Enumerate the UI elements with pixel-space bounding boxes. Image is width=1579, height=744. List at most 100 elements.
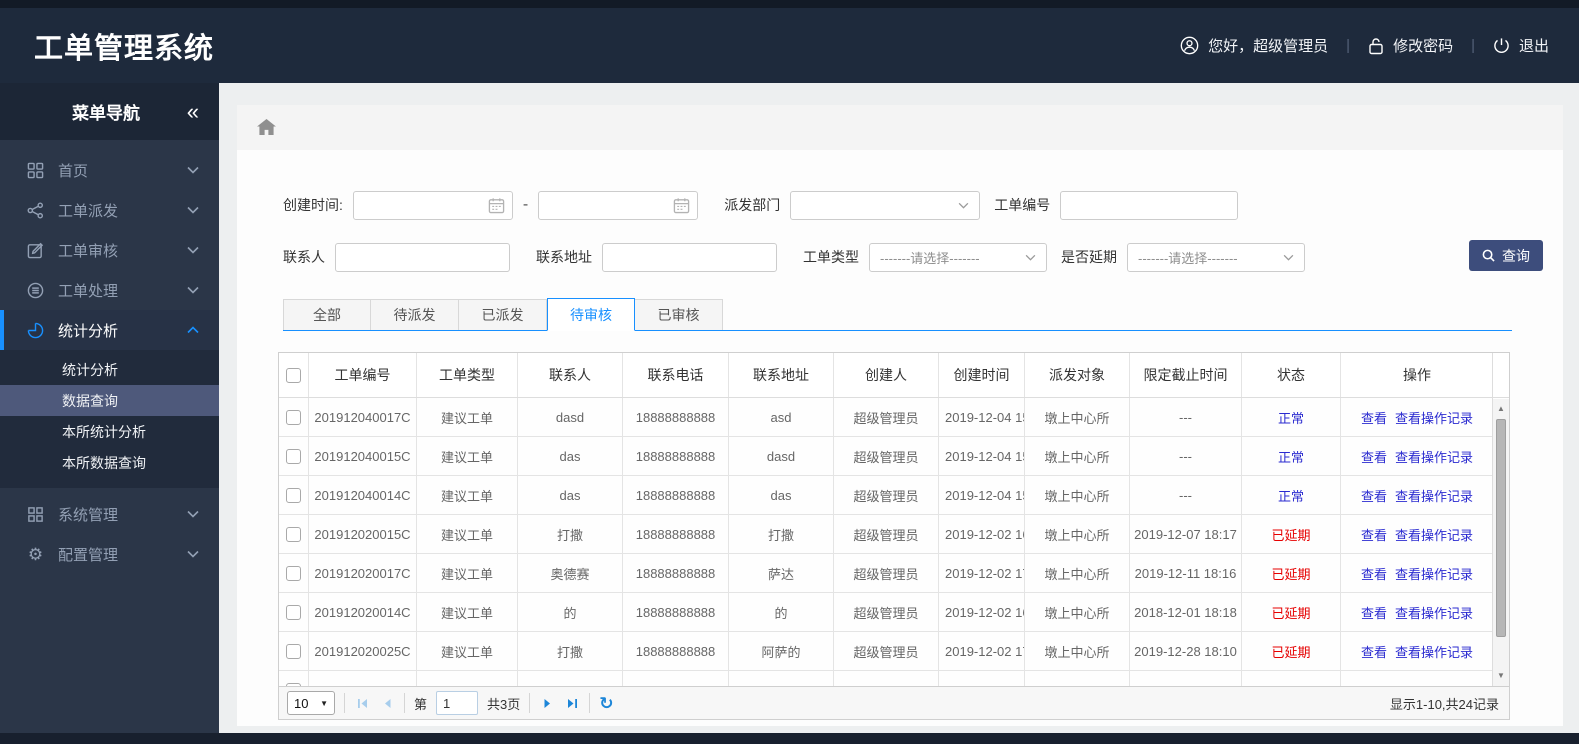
change-password-button[interactable]: 修改密码 <box>1368 35 1453 56</box>
sidebar-item-system[interactable]: 系统管理 <box>0 494 219 534</box>
chevron-down-icon <box>1025 254 1036 261</box>
row-checkbox[interactable] <box>286 526 301 542</box>
view-log-link[interactable]: 查看操作记录 <box>1395 447 1473 466</box>
calendar-icon[interactable] <box>673 197 690 214</box>
cell-address: dasd <box>729 437 834 475</box>
status-tab[interactable]: 已审核 <box>635 299 723 331</box>
view-log-link[interactable]: 查看操作记录 <box>1395 564 1473 583</box>
chevron-down-icon <box>187 510 199 518</box>
view-log-link[interactable]: 查看操作记录 <box>1395 603 1473 622</box>
view-log-link[interactable]: 查看操作记录 <box>1395 408 1473 427</box>
cell-status: 已延期 <box>1242 632 1341 670</box>
sidebar-item-review[interactable]: 工单审核 <box>0 230 219 270</box>
row-checkbox[interactable] <box>286 409 301 425</box>
page-size-select[interactable]: 10 ▼ <box>287 691 335 715</box>
submenu-item[interactable]: 数据查询 <box>0 385 219 416</box>
cell-deadline: 2018-12-01 18:18 <box>1130 593 1242 631</box>
sidebar-item-dispatch[interactable]: 工单派发 <box>0 190 219 230</box>
cell-deadline: --- <box>1130 398 1242 436</box>
delay-select[interactable]: -------请选择------- <box>1127 242 1305 272</box>
view-link[interactable]: 查看 <box>1361 447 1387 466</box>
sidebar-item-config[interactable]: ⚙ 配置管理 <box>0 534 219 574</box>
view-link[interactable]: 查看 <box>1361 564 1387 583</box>
row-checkbox[interactable] <box>286 487 301 503</box>
user-greeting[interactable]: 您好，超级管理员 <box>1180 35 1328 56</box>
status-tab[interactable]: 已派发 <box>459 299 547 331</box>
row-checkbox[interactable] <box>286 448 301 464</box>
row-checkbox[interactable] <box>286 565 301 581</box>
submenu-item-label: 本所数据查询 <box>62 454 146 471</box>
cell-created: 2019-12-04 15 <box>939 437 1025 475</box>
order-type-select[interactable]: -------请选择------- <box>869 242 1047 272</box>
refresh-icon[interactable]: ↻ <box>599 695 613 712</box>
view-link[interactable]: 查看 <box>1361 408 1387 427</box>
page-number-input[interactable] <box>436 691 479 715</box>
view-log-link[interactable]: 查看操作记录 <box>1395 525 1473 544</box>
submenu-item[interactable]: 统计分析 <box>0 354 219 385</box>
cell-creator: 超级管理员 <box>834 476 939 514</box>
scrollbar-thumb[interactable] <box>1496 419 1506 637</box>
cell-order-no: 201912020017C <box>309 554 417 592</box>
view-link[interactable]: 查看 <box>1361 525 1387 544</box>
table-row: 201912020025C 建议工单 打撒 18888888888 阿萨的 超级… <box>279 632 1493 671</box>
view-log-link[interactable]: 查看操作记录 <box>1395 486 1473 505</box>
status-tab[interactable]: 全部 <box>283 299 371 331</box>
cell-target: 墩上中心所 <box>1025 593 1130 631</box>
col-target: 派发对象 <box>1025 353 1130 397</box>
submenu-item[interactable]: 本所统计分析 <box>0 416 219 447</box>
cell-order-type: 建议工单 <box>417 554 518 592</box>
order-no-input[interactable] <box>1060 190 1239 220</box>
contact-input[interactable] <box>335 242 510 272</box>
cell-address: 阿萨的 <box>729 632 834 670</box>
scrollbar-track[interactable]: ▲ ▼ <box>1493 399 1509 686</box>
total-pages-label: 共3页 <box>487 696 521 712</box>
dispatch-dept-select[interactable] <box>790 190 981 220</box>
status-tab[interactable]: 待派发 <box>371 299 459 331</box>
status-tab[interactable]: 待审核 <box>547 298 635 331</box>
pager-divider <box>589 693 591 713</box>
sidebar-item-statistics[interactable]: 统计分析 <box>0 310 219 350</box>
row-checkbox[interactable] <box>286 643 301 659</box>
sidebar-collapse-icon[interactable]: « <box>187 100 199 123</box>
cell-actions: 查看 查看操作记录 <box>1341 476 1493 514</box>
scrollbar-header-spacer <box>1493 353 1509 398</box>
submenu-item-label: 本所统计分析 <box>62 423 146 440</box>
scroll-down-icon[interactable]: ▼ <box>1493 668 1509 684</box>
address-input[interactable] <box>602 242 777 272</box>
grid-icon <box>26 161 45 180</box>
search-button[interactable]: 查询 <box>1469 240 1543 271</box>
col-status: 状态 <box>1242 353 1341 397</box>
cell-status: 正常 <box>1242 437 1341 475</box>
col-order-no: 工单编号 <box>309 353 417 397</box>
view-link[interactable]: 查看 <box>1361 603 1387 622</box>
last-page-button[interactable] <box>564 695 580 711</box>
row-checkbox[interactable] <box>286 683 301 686</box>
cell-actions: 查看 查看操作记录 <box>1341 437 1493 475</box>
share-icon <box>26 201 45 220</box>
cell-contact: das <box>518 476 623 514</box>
sidebar-item-process[interactable]: 工单处理 <box>0 270 219 310</box>
home-icon[interactable] <box>257 119 276 136</box>
logout-button[interactable]: 退出 <box>1493 35 1549 56</box>
first-page-button[interactable] <box>354 695 370 711</box>
cell-phone: 18888888888 <box>623 437 729 475</box>
submenu-item[interactable]: 本所数据查询 <box>0 447 219 478</box>
greeting-label: 您好，超级管理员 <box>1208 38 1329 55</box>
view-link[interactable]: 查看 <box>1361 486 1387 505</box>
select-all-checkbox[interactable] <box>286 367 301 383</box>
create-time-end-input[interactable] <box>538 190 699 220</box>
col-order-type: 工单类型 <box>417 353 518 397</box>
calendar-icon[interactable] <box>488 197 505 214</box>
prev-page-button[interactable] <box>379 695 395 711</box>
view-log-link[interactable]: 查看操作记录 <box>1395 642 1473 661</box>
scroll-up-icon[interactable]: ▲ <box>1493 401 1509 417</box>
row-checkbox[interactable] <box>286 604 301 620</box>
view-link[interactable]: 查看 <box>1361 642 1387 661</box>
next-page-button[interactable] <box>539 695 555 711</box>
sidebar-item-home[interactable]: 首页 <box>0 150 219 190</box>
filter-row-1: 创建时间: - 派发部门 工单编号 <box>283 190 1563 220</box>
edit-icon <box>26 241 45 260</box>
create-time-start-input[interactable] <box>352 190 513 220</box>
cell-phone: 18888888888 <box>623 632 729 670</box>
chevron-down-icon <box>958 202 969 209</box>
